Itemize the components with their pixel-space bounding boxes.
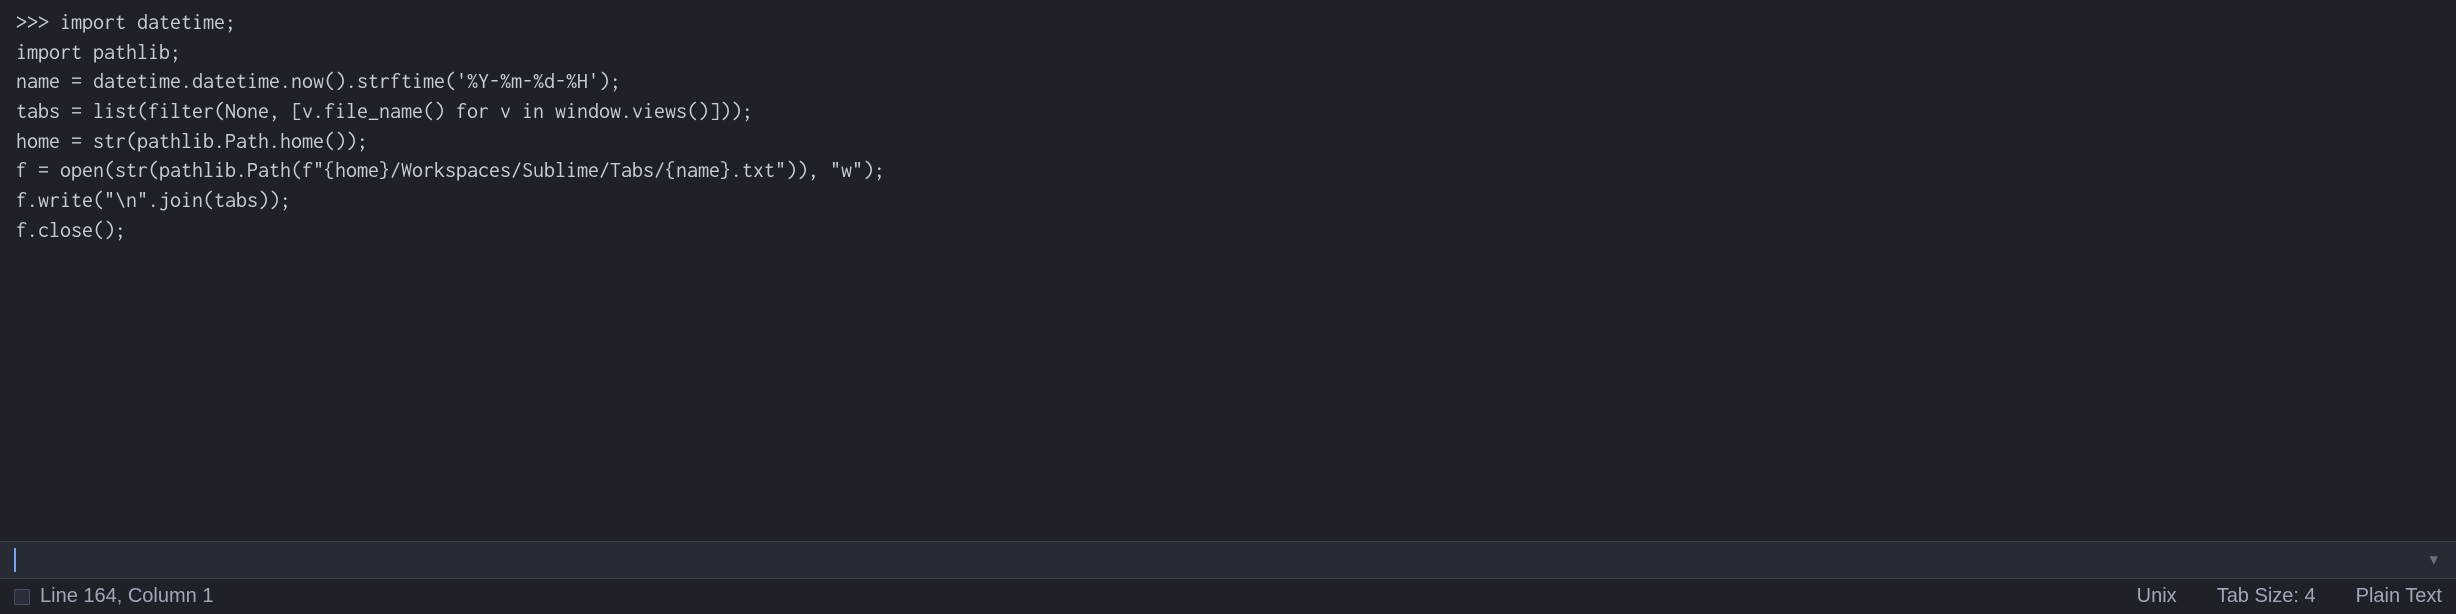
console-input[interactable] <box>16 549 2430 572</box>
console-output: >>> import datetime; import pathlib; nam… <box>0 0 2456 541</box>
line-endings-selector[interactable]: Unix <box>2137 585 2177 608</box>
console-line: import datetime; <box>60 11 236 34</box>
console-line: f.close(); <box>16 219 126 242</box>
chevron-down-icon[interactable]: ▼ <box>2430 552 2442 568</box>
status-bar: Line 164, Column 1 Unix Tab Size: 4 Plai… <box>0 579 2456 614</box>
console-line: tabs = list(filter(None, [v.file_name() … <box>16 100 753 123</box>
console-line: name = datetime.datetime.now().strftime(… <box>16 70 621 93</box>
console-line: home = str(pathlib.Path.home()); <box>16 130 368 153</box>
console-input-area[interactable]: ▼ <box>0 541 2456 579</box>
cursor-position[interactable]: Line 164, Column 1 <box>40 585 213 607</box>
tab-size-selector[interactable]: Tab Size: 4 <box>2217 585 2316 608</box>
console-line: f = open(str(pathlib.Path(f"{home}/Works… <box>16 159 885 182</box>
console-line: f.write("\n".join(tabs)); <box>16 189 291 212</box>
console-line: import pathlib; <box>16 41 181 64</box>
prompt-marker: >>> <box>16 11 60 34</box>
syntax-selector[interactable]: Plain Text <box>2356 585 2442 608</box>
status-checkbox[interactable] <box>14 589 30 605</box>
